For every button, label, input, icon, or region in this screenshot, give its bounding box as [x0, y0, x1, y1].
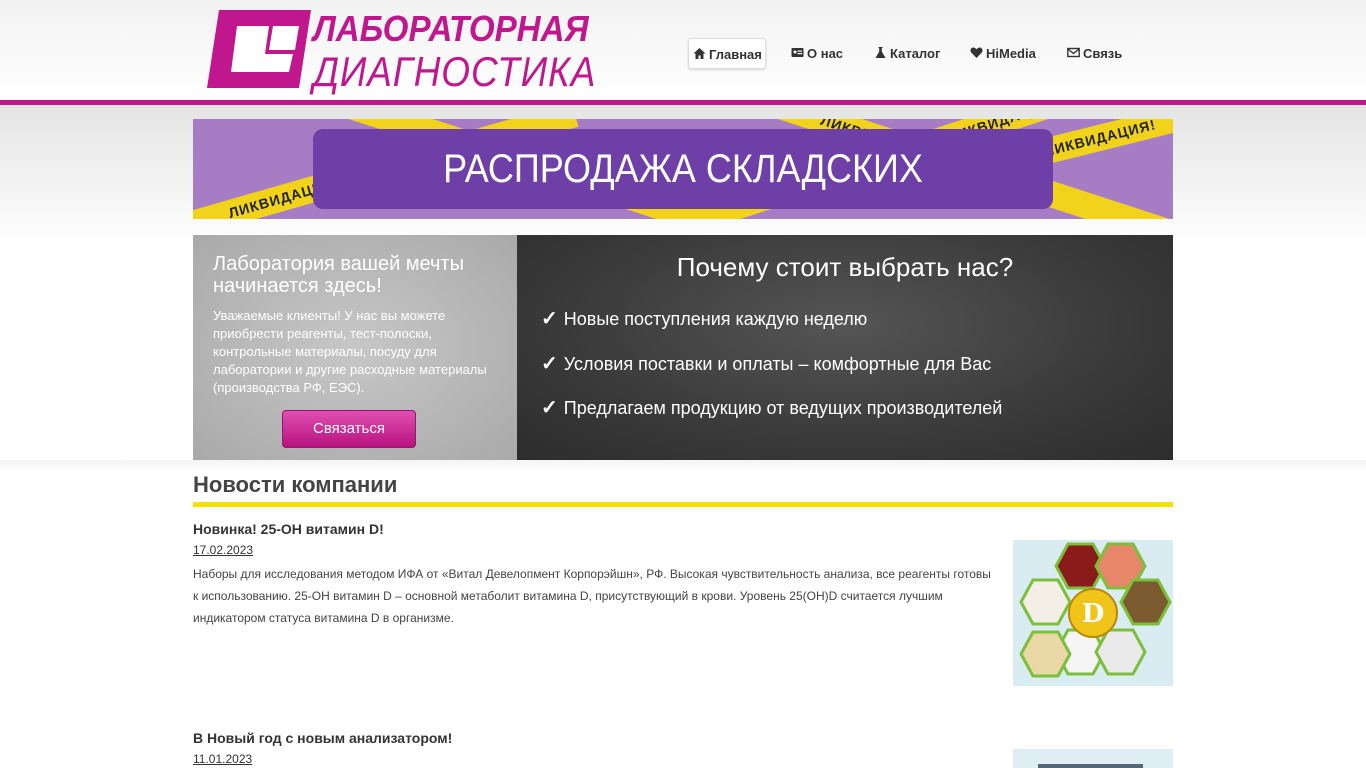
- nav-catalog[interactable]: Каталог: [870, 38, 944, 69]
- news-item-date[interactable]: 17.02.2023: [193, 543, 253, 557]
- nav-catalog-label: Каталог: [890, 46, 941, 61]
- hero-background-bottom: [0, 460, 1366, 472]
- heart-icon: [970, 47, 983, 58]
- news-item: В Новый год с новым анализатором! 11.01.…: [193, 730, 1173, 768]
- nav-about-label: О нас: [807, 46, 844, 61]
- promo-text: Уважаемые клиенты! У нас вы можете приоб…: [213, 308, 487, 395]
- logo-text-line1: ЛАБОРАТОРНАЯ: [313, 8, 589, 49]
- nav-himedia-label: HiMedia: [986, 46, 1036, 61]
- home-icon: [693, 48, 706, 59]
- check-icon: ✓: [541, 308, 558, 330]
- nav-himedia[interactable]: HiMedia: [966, 38, 1040, 69]
- tape-text: ЛИКВИДАЦИЯ!: [1042, 119, 1158, 160]
- logo-text-line2: ДИАГНОСТИКА: [313, 48, 597, 95]
- news-item: Новинка! 25-OH витамин D! 17.02.2023 Наб…: [193, 521, 1173, 691]
- nav-home-label: Главная: [709, 47, 762, 62]
- sale-headline: РАСПРОДАЖА СКЛАДСКИХ ЗАПАСОВ!: [443, 147, 923, 191]
- analyzer-image[interactable]: [1013, 749, 1173, 768]
- nav-contact[interactable]: Связь: [1063, 38, 1126, 69]
- promo-title: Лаборатория вашей мечты начинается здесь…: [213, 253, 464, 297]
- why-us-board: Почему стоит выбрать нас? ✓ Новые поступл…: [517, 235, 1173, 460]
- why-us-item: ✓ Новые поступления каждую неделю: [541, 306, 867, 331]
- contact-button[interactable]: Связаться: [282, 410, 416, 448]
- id-card-icon: [791, 48, 804, 57]
- sale-banner[interactable]: ЛИКВИДАЦИЯ! ЛИКВИДАЦИЯ! ЛИКВИДАЦИЯ! ЛИКВ…: [193, 119, 1173, 219]
- news-item-title[interactable]: Новинка! 25-OH витамин D!: [193, 521, 1173, 537]
- vitamin-d-image[interactable]: D: [1013, 540, 1173, 686]
- why-us-item: ✓ Условия поставки и оплаты – комфортные …: [541, 351, 991, 376]
- flask-icon: [875, 47, 886, 58]
- why-us-item: ✓ Предлагаем продукцию от ведущих произво…: [541, 395, 1002, 420]
- why-us-title: Почему стоит выбрать нас?: [676, 252, 1014, 282]
- logo-mark-icon: [207, 10, 311, 88]
- why-us-item-text: Условия поставки и оплаты – комфортные д…: [563, 354, 992, 374]
- nav-about[interactable]: О нас: [787, 38, 847, 69]
- news-item-date[interactable]: 11.01.2023: [193, 752, 252, 766]
- news-item-text: Наборы для исследования методом ИФА от «…: [193, 567, 991, 625]
- check-icon: ✓: [541, 397, 558, 419]
- check-icon: ✓: [541, 353, 558, 375]
- news-item-title[interactable]: В Новый год с новым анализатором!: [193, 730, 1173, 746]
- site-logo[interactable]: ЛАБОРАТОРНАЯ ДИАГНОСТИКА: [205, 8, 635, 95]
- nav-contact-label: Связь: [1083, 46, 1123, 61]
- promo-panel: Лаборатория вашей мечты начинается здесь…: [193, 235, 517, 460]
- why-us-item-text: Предлагаем продукцию от ведущих производ…: [563, 398, 1003, 418]
- nav-home[interactable]: Главная: [688, 38, 766, 69]
- news-section-title: Новости компании: [193, 472, 398, 497]
- envelope-icon: [1067, 47, 1080, 58]
- news-title-underline: [193, 502, 1173, 507]
- why-us-item-text: Новые поступления каждую неделю: [563, 309, 868, 329]
- vitamin-d-label: D: [1082, 599, 1105, 629]
